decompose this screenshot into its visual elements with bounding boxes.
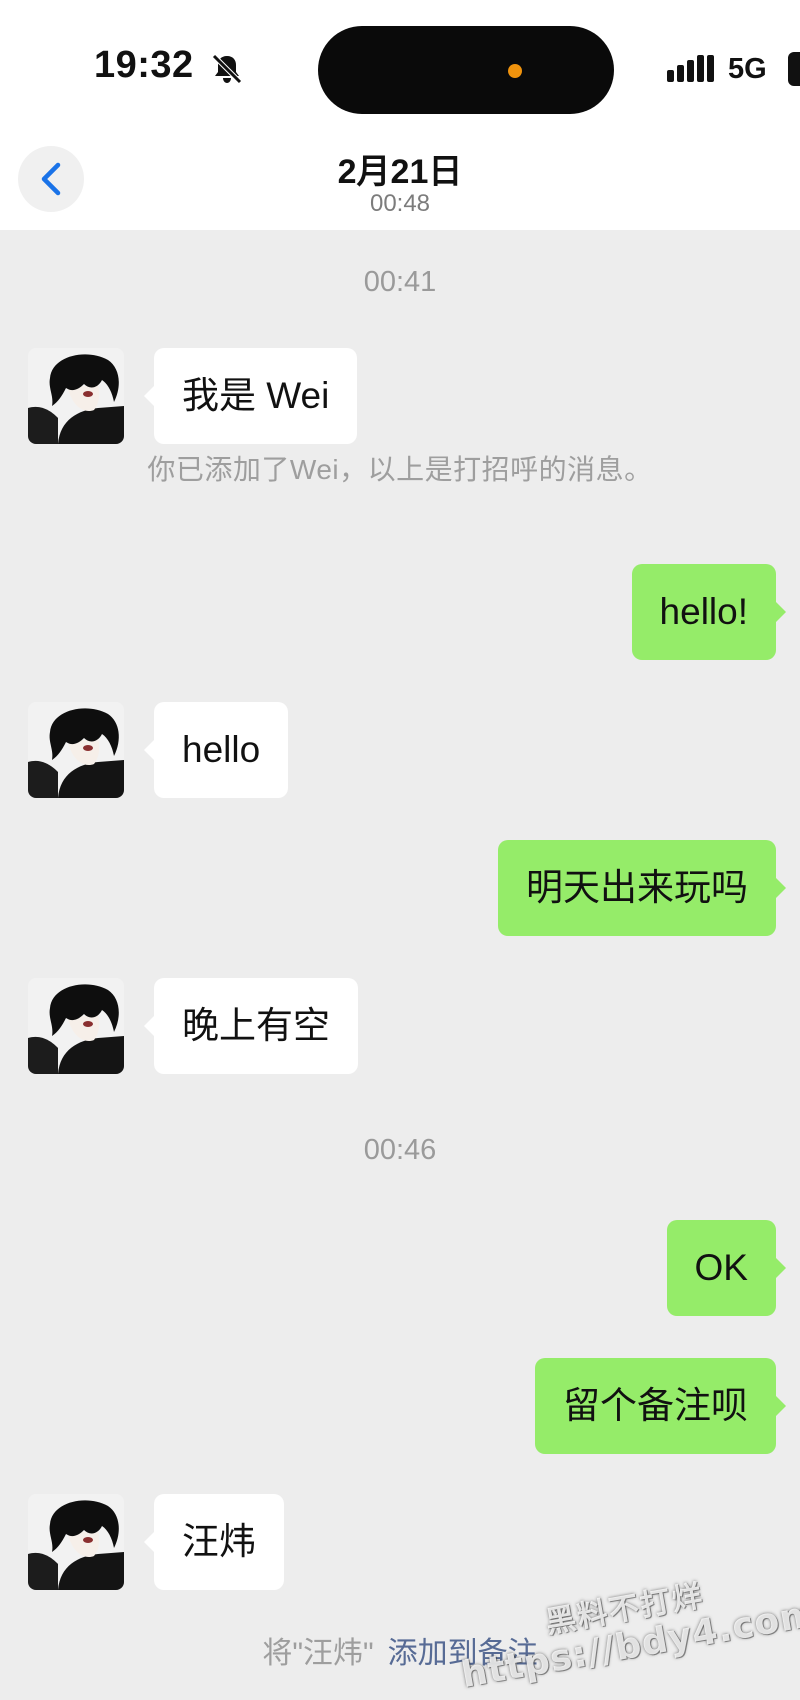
anime-boy-avatar-icon	[28, 978, 124, 1074]
anime-boy-avatar-icon	[28, 1494, 124, 1590]
remark-prompt: 将"汪炜" 添加到备注	[0, 1628, 800, 1672]
battery-icon	[788, 52, 800, 86]
message-bubble-incoming[interactable]: hello	[143, 702, 289, 798]
privacy-indicator-dot	[508, 64, 522, 78]
status-time: 19:32	[94, 44, 194, 86]
message-bubble-outgoing[interactable]: 留个备注呗	[535, 1358, 786, 1454]
message-bubble-incoming[interactable]: 汪炜	[144, 1494, 284, 1590]
status-bar: 19:32 5G	[0, 0, 800, 128]
chat-title: 2月21日	[337, 153, 463, 191]
message-bubble-outgoing[interactable]: OK	[666, 1220, 787, 1316]
remark-prompt-text: 将"汪炜"	[262, 1637, 374, 1670]
dynamic-island	[318, 26, 614, 114]
timestamp: 00:41	[363, 266, 437, 298]
message-bubble-outgoing[interactable]: hello!	[631, 564, 787, 660]
system-notice: 你已添加了Wei，以上是打招呼的消息。	[147, 454, 653, 485]
chat-header: 2月21日 00:48	[0, 128, 800, 230]
anime-boy-avatar-icon	[28, 348, 124, 444]
timestamp: 00:46	[363, 1134, 437, 1166]
signal-icon	[667, 55, 714, 82]
contact-avatar[interactable]	[28, 702, 124, 798]
message-bubble-incoming[interactable]: 我是 Wei	[143, 348, 358, 444]
contact-avatar[interactable]	[28, 978, 124, 1074]
message-list[interactable]: 00:41 我是 Wei 你已添加了Wei，以上是打招呼的消息。 hello!	[0, 230, 800, 1700]
network-label: 5G	[728, 53, 767, 85]
message-bubble-incoming[interactable]: 晚上有空	[144, 978, 358, 1074]
add-remark-link[interactable]: 添加到备注	[388, 1637, 538, 1670]
chat-screen: 19:32 5G 2月21日 00:48 00:41 我是 Wei 你已添加了W…	[0, 0, 800, 1700]
bell-slash-icon	[212, 54, 242, 84]
chat-subtitle: 00:48	[369, 190, 431, 217]
message-bubble-outgoing[interactable]: 明天出来玩吗	[498, 840, 786, 936]
contact-avatar[interactable]	[28, 348, 124, 444]
contact-avatar[interactable]	[28, 1494, 124, 1590]
anime-boy-avatar-icon	[28, 702, 124, 798]
